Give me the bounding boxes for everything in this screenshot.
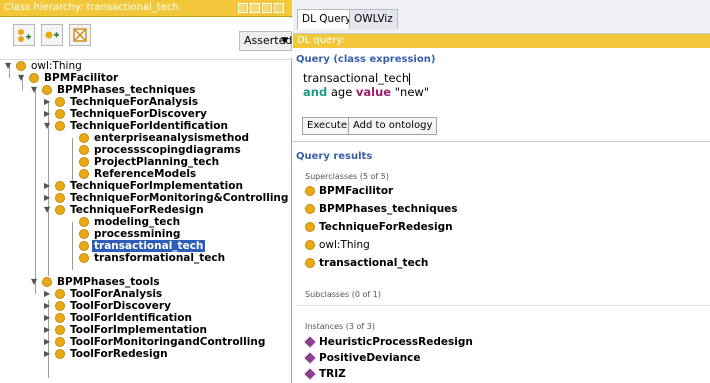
class-icon — [79, 145, 89, 155]
results-divider — [296, 305, 710, 306]
execute-button[interactable]: Execute — [302, 117, 352, 135]
add-subclass-icon — [18, 29, 31, 42]
class-icon — [305, 258, 315, 268]
class-icon — [55, 289, 65, 299]
query-input[interactable]: transactional_tech and age value "new" — [296, 67, 710, 109]
expand-icon[interactable]: ▶ — [44, 108, 54, 120]
instances-header: Instances (3 of 3) — [305, 322, 375, 331]
collapse-icon[interactable]: ▼ — [31, 276, 41, 288]
dl-query-panel: DL Query OWLViz DL query: Query (class e… — [293, 0, 710, 383]
class-icon — [55, 97, 65, 107]
class-hierarchy-title: Class hierarchy: transactional_tech — [4, 2, 179, 13]
expand-icon[interactable]: ▶ — [44, 180, 54, 192]
class-icon — [305, 204, 315, 214]
result-instance-item[interactable]: PositiveDeviance — [304, 352, 421, 365]
class-icon — [79, 229, 89, 239]
expand-icon[interactable]: ▶ — [44, 96, 54, 108]
tab-bar: DL Query OWLViz — [293, 0, 710, 34]
class-icon — [79, 217, 89, 227]
delete-class-button[interactable] — [69, 24, 91, 46]
delete-class-icon — [73, 28, 87, 42]
expand-icon[interactable]: ▶ — [44, 288, 54, 300]
class-icon — [55, 337, 65, 347]
result-instance-item[interactable]: TRIZ — [304, 368, 346, 381]
add-sibling-button[interactable] — [41, 24, 63, 46]
result-superclass-item[interactable]: owl:Thing — [305, 239, 370, 252]
collapse-icon[interactable]: ▼ — [5, 60, 15, 72]
hierarchy-mode-select[interactable]: Asserted ▼ — [239, 31, 292, 51]
collapse-icon[interactable]: ▼ — [44, 120, 54, 132]
class-icon — [305, 222, 315, 232]
class-icon — [55, 121, 65, 131]
tab-owlviz[interactable]: OWLViz — [349, 9, 398, 29]
class-icon — [55, 325, 65, 335]
class-icon — [55, 109, 65, 119]
class-icon — [79, 253, 89, 263]
class-icon — [42, 277, 52, 287]
class-icon — [79, 169, 89, 179]
superclasses-header: Superclasses (5 of 5) — [305, 172, 389, 181]
expand-icon[interactable]: ▶ — [44, 336, 54, 348]
expand-icon[interactable]: ▶ — [44, 324, 54, 336]
class-icon — [55, 313, 65, 323]
result-superclass-item[interactable]: BPMPhases_techniques — [305, 203, 458, 216]
collapse-icon[interactable]: ▼ — [31, 84, 41, 96]
class-hierarchy-titlebar: Class hierarchy: transactional_tech — [0, 0, 292, 17]
class-icon — [305, 186, 315, 196]
class-icon — [79, 157, 89, 167]
close-icon[interactable] — [274, 3, 284, 13]
add-subclass-button[interactable] — [13, 24, 35, 46]
class-icon — [79, 241, 89, 251]
add-sibling-icon — [45, 31, 59, 39]
result-superclass-item[interactable]: BPMFacilitor — [305, 185, 393, 198]
query-line-2: and age value "new" — [303, 85, 430, 99]
minimize-icon[interactable] — [262, 3, 272, 13]
subclasses-header: Subclasses (0 of 1) — [305, 290, 381, 299]
tab-dl-query[interactable]: DL Query — [297, 9, 357, 29]
class-icon — [55, 349, 65, 359]
results-section-label: Query results — [296, 151, 373, 162]
query-button-row: Execute Add to ontology — [293, 110, 710, 140]
expand-icon[interactable]: ▶ — [44, 300, 54, 312]
text-cursor — [409, 72, 411, 85]
class-icon — [55, 301, 65, 311]
chevron-down-icon: ▼ — [281, 36, 288, 46]
class-icon — [42, 85, 52, 95]
result-superclass-item[interactable]: transactional_tech — [305, 257, 428, 270]
class-icon — [55, 181, 65, 191]
dl-query-header: DL query: — [293, 34, 710, 48]
class-hierarchy-panel: Class hierarchy: transactional_tech Asse… — [0, 0, 292, 383]
collapse-icon[interactable]: ▼ — [18, 72, 28, 84]
expand-icon[interactable]: ▶ — [44, 312, 54, 324]
add-to-ontology-button[interactable]: Add to ontology — [348, 117, 438, 135]
class-icon — [79, 133, 89, 143]
collapse-icon[interactable]: ▼ — [44, 204, 54, 216]
protege-window: Class hierarchy: transactional_tech Asse… — [0, 0, 710, 383]
class-icon — [55, 205, 65, 215]
class-icon — [55, 193, 65, 203]
class-icon — [16, 61, 26, 71]
result-instance-item[interactable]: HeuristicProcessRedesign — [304, 336, 473, 349]
pin-icon[interactable] — [238, 3, 248, 13]
query-line-1: transactional_tech — [303, 71, 411, 85]
class-icon — [29, 73, 39, 83]
class-icon — [305, 240, 315, 250]
expand-icon[interactable]: ▶ — [44, 348, 54, 360]
class-toolbar: Asserted ▼ — [0, 18, 292, 58]
query-section-label: Query (class expression) — [296, 54, 436, 65]
result-superclass-item[interactable]: TechniqueForRedesign — [305, 221, 453, 234]
expand-icon[interactable]: ▶ — [44, 192, 54, 204]
restore-icon[interactable] — [250, 3, 260, 13]
